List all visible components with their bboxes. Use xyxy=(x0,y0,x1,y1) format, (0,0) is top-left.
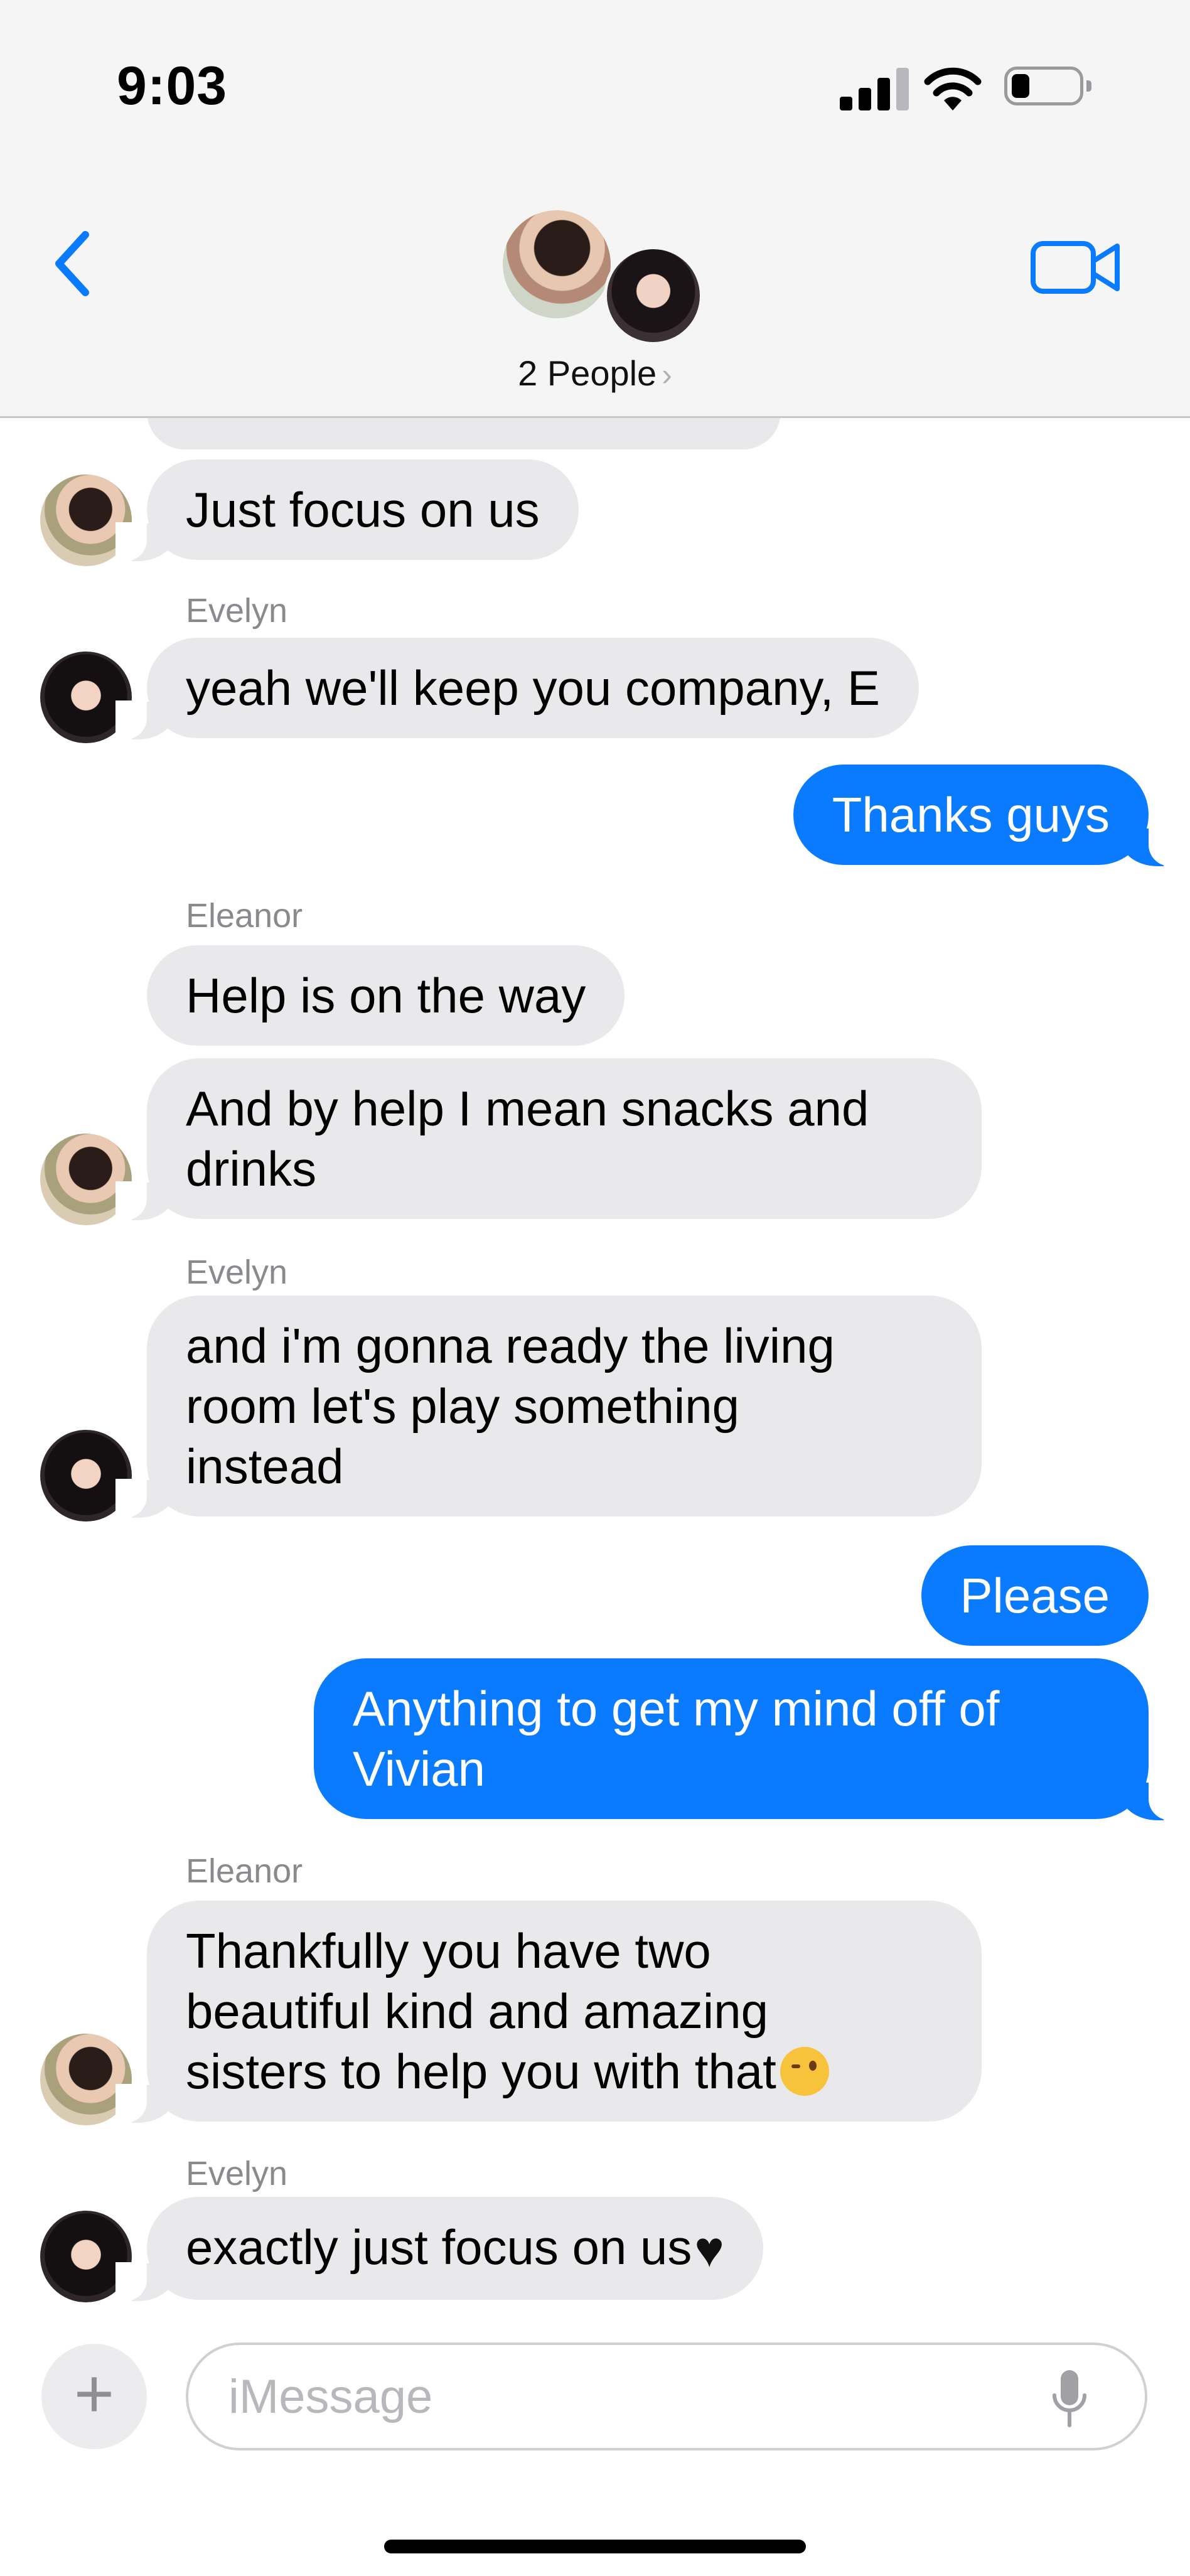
add-attachment-button[interactable]: + xyxy=(41,2344,147,2449)
message-bubble-incoming[interactable]: And by help I mean snacks and drinks xyxy=(115,1058,982,1220)
message-line: And by help I mean snacks and xyxy=(186,1081,869,1136)
message-line: Anything to get my mind off of xyxy=(353,1681,1000,1736)
home-indicator[interactable] xyxy=(384,2540,806,2553)
avatar-eleanor xyxy=(500,207,614,321)
sender-name: Evelyn xyxy=(186,2155,288,2192)
battery-fill xyxy=(1012,74,1029,98)
group-avatars[interactable] xyxy=(496,201,703,345)
status-time: 9:03 xyxy=(117,56,228,116)
message-bubble-incoming[interactable]: Thankfully you have two beautiful kind a… xyxy=(115,1901,982,2123)
message-line: beautiful kind and amazing xyxy=(186,1983,768,2039)
message-bubble-outgoing[interactable]: Thanks guys xyxy=(793,765,1181,866)
back-button[interactable] xyxy=(45,226,102,301)
message-bubble-partial xyxy=(147,418,781,449)
avatar-evelyn xyxy=(604,246,703,345)
message-bubble-outgoing[interactable]: Anything to get my mind off of Vivian xyxy=(314,1658,1180,1820)
message-line: sisters to help you with that xyxy=(186,2044,776,2099)
message-thread[interactable]: Just focus on us Evelyn yeah we'll keep … xyxy=(0,418,1190,2320)
message-bubble-incoming[interactable]: yeah we'll keep you company, E xyxy=(115,638,919,739)
message-bubble-incoming[interactable]: Help is on the way xyxy=(147,945,625,1046)
chevron-left-icon xyxy=(55,231,89,296)
black-heart-emoji: ♥ xyxy=(694,2221,724,2277)
cellular-signal-icon xyxy=(840,67,909,110)
battery-icon xyxy=(1004,67,1091,105)
group-details-button[interactable]: 2 People › xyxy=(0,353,1190,394)
message-bubble-incoming[interactable]: Just focus on us xyxy=(115,459,579,561)
sender-name: Evelyn xyxy=(186,592,288,630)
video-camera-icon xyxy=(1031,241,1120,294)
message-line: and i'm gonna ready the living xyxy=(186,1318,835,1373)
message-composer: + xyxy=(0,2320,1190,2576)
wifi-icon xyxy=(924,67,982,110)
conversation-header: 9:03 2 People › xyxy=(0,0,1190,418)
message-text: yeah we'll keep you company, E xyxy=(186,660,881,716)
winking-face-emoji xyxy=(780,2047,829,2096)
microphone-icon[interactable] xyxy=(1049,2368,1090,2430)
message-bubble-outgoing[interactable]: Please xyxy=(921,1545,1149,1646)
sender-name: Evelyn xyxy=(186,1253,288,1291)
message-text: exactly just focus on us xyxy=(186,2219,692,2275)
message-text: Help is on the way xyxy=(186,968,586,1023)
sender-name: Eleanor xyxy=(186,1852,303,1890)
message-line: room let's play something xyxy=(186,1378,739,1434)
message-text: Just focus on us xyxy=(186,482,540,537)
message-text: Please xyxy=(960,1568,1110,1623)
message-line: Thankfully you have two xyxy=(186,1923,711,1978)
message-line: instead xyxy=(186,1439,344,1494)
sender-name: Eleanor xyxy=(186,897,303,935)
message-bubble-incoming[interactable]: exactly just focus on us♥ xyxy=(115,2197,763,2301)
imessage-input[interactable] xyxy=(186,2343,1147,2450)
message-line: Vivian xyxy=(353,1741,486,1796)
people-count-label: 2 People xyxy=(518,353,657,393)
chevron-right-icon: › xyxy=(662,357,672,392)
message-text: Thanks guys xyxy=(832,787,1110,842)
facetime-video-button[interactable] xyxy=(1029,236,1123,299)
message-line: drinks xyxy=(186,1141,317,1196)
message-bubble-incoming[interactable]: and i'm gonna ready the living room let'… xyxy=(115,1296,982,1518)
